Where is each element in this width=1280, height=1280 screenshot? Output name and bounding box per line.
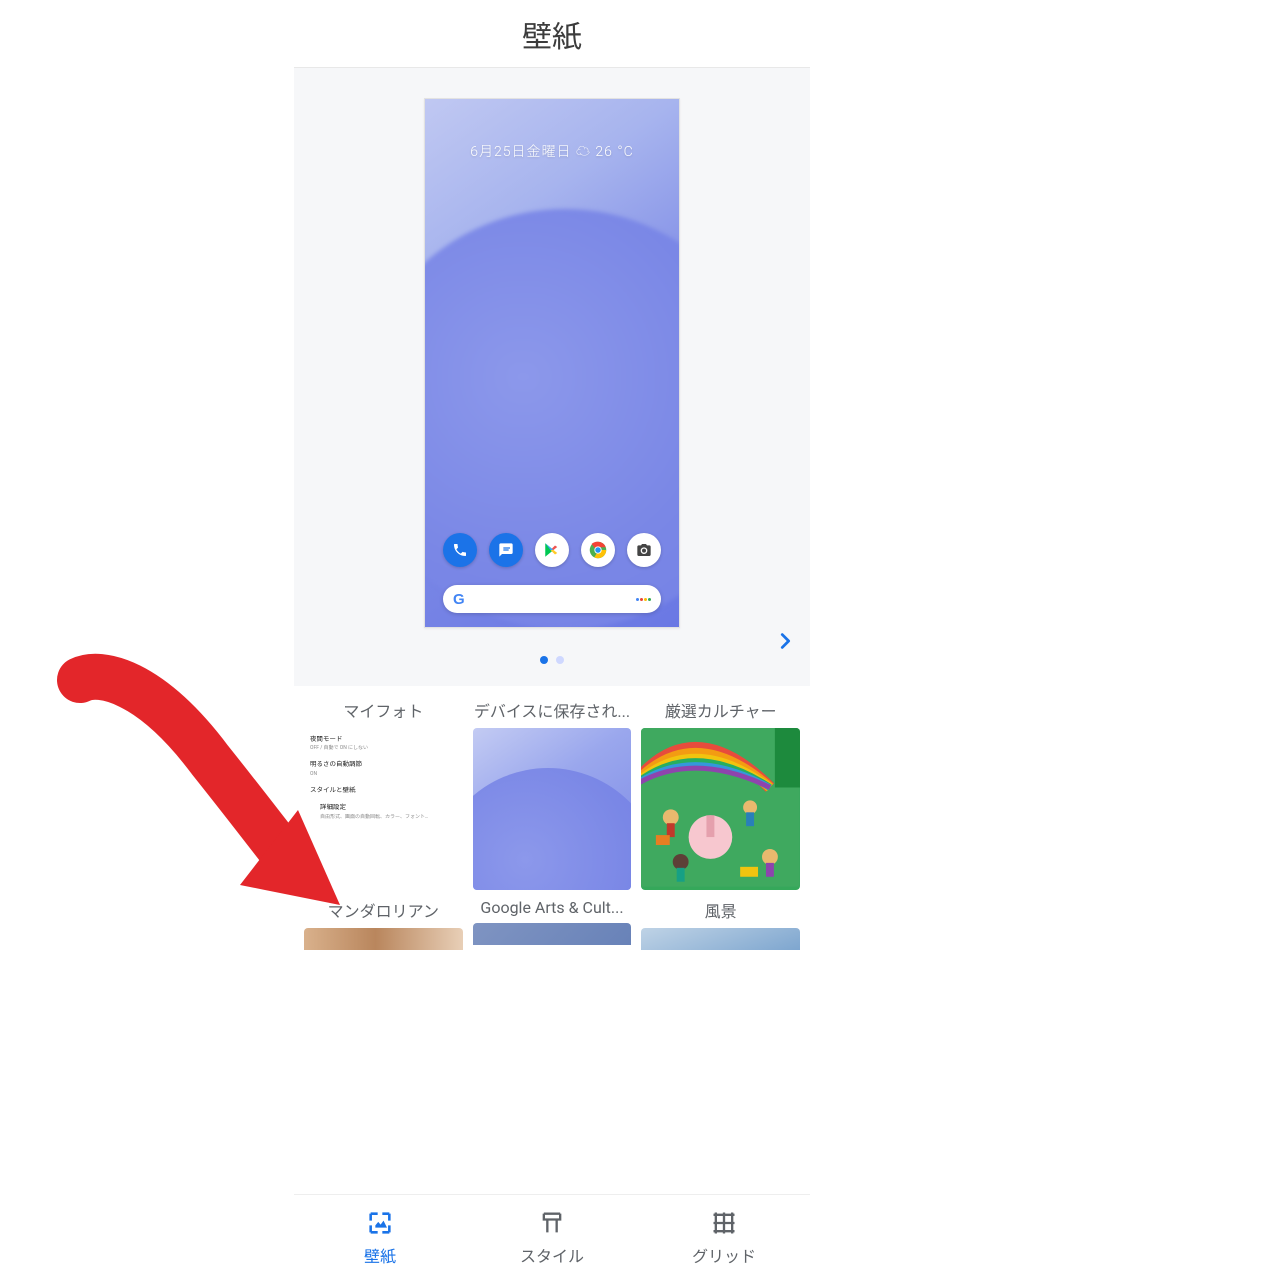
page-dot-2[interactable] (556, 656, 564, 664)
preview-pagination[interactable] (540, 656, 564, 664)
phone-icon (443, 533, 477, 567)
category-title: 風景 (641, 898, 800, 922)
category-thumb (641, 928, 800, 950)
assistant-icon (636, 598, 651, 601)
category-title: Google Arts & Cult... (473, 898, 632, 917)
tab-style[interactable]: スタイル (466, 1195, 638, 1280)
bottom-navigation: 壁紙 スタイル グリッド (294, 1194, 810, 1280)
tab-grid[interactable]: グリッド (638, 1195, 810, 1280)
wallpaper-icon (366, 1209, 394, 1237)
tab-label: グリッド (692, 1243, 756, 1267)
google-search-bar: G (443, 585, 661, 613)
chrome-icon (581, 533, 615, 567)
date-weather-widget: 6月25日金曜日 ☁ 26 °C (470, 141, 633, 161)
category-thumb (473, 728, 632, 890)
category-my-photos[interactable]: マイフォト 夜間モードOFF / 自動で ON にしない 明るさの自動調節ON … (304, 698, 463, 890)
category-title: マイフォト (304, 698, 463, 722)
page-title: 壁紙 (294, 0, 810, 68)
grid-icon (710, 1209, 738, 1237)
category-on-device[interactable]: デバイスに保存され... (473, 698, 632, 890)
next-preview-button[interactable] (774, 630, 796, 652)
wallpaper-preview-area: 6月25日金曜日 ☁ 26 °C (294, 68, 810, 686)
category-thumb (641, 728, 800, 890)
tab-label: 壁紙 (364, 1243, 396, 1267)
app-dock (443, 533, 661, 567)
home-screen-preview[interactable]: 6月25日金曜日 ☁ 26 °C (424, 98, 680, 628)
chevron-down-icon: ⌄ (304, 845, 309, 858)
category-title: マンダロリアン (304, 898, 463, 922)
tab-label: スタイル (520, 1243, 584, 1267)
category-curated-culture[interactable]: 厳選カルチャー (641, 698, 800, 890)
category-landscape[interactable]: 風景 (641, 898, 800, 950)
style-icon (538, 1209, 566, 1237)
play-store-icon (535, 533, 569, 567)
category-arts-culture[interactable]: Google Arts & Cult... (473, 898, 632, 950)
category-thumb (473, 923, 632, 945)
category-thumb (304, 928, 463, 950)
google-logo-icon: G (453, 591, 465, 608)
category-title: 厳選カルチャー (641, 698, 800, 722)
wallpaper-settings-app: 壁紙 6月25日金曜日 ☁ 26 °C (294, 0, 810, 1280)
category-thumb: 夜間モードOFF / 自動で ON にしない 明るさの自動調節ON スタイルと壁… (304, 728, 463, 890)
wallpaper-categories: マイフォト 夜間モードOFF / 自動で ON にしない 明るさの自動調節ON … (294, 686, 810, 950)
messages-icon (489, 533, 523, 567)
category-mandalorian[interactable]: マンダロリアン (304, 898, 463, 950)
tab-wallpaper[interactable]: 壁紙 (294, 1195, 466, 1280)
category-title: デバイスに保存され... (473, 698, 632, 722)
page-dot-1[interactable] (540, 656, 548, 664)
camera-icon (627, 533, 661, 567)
